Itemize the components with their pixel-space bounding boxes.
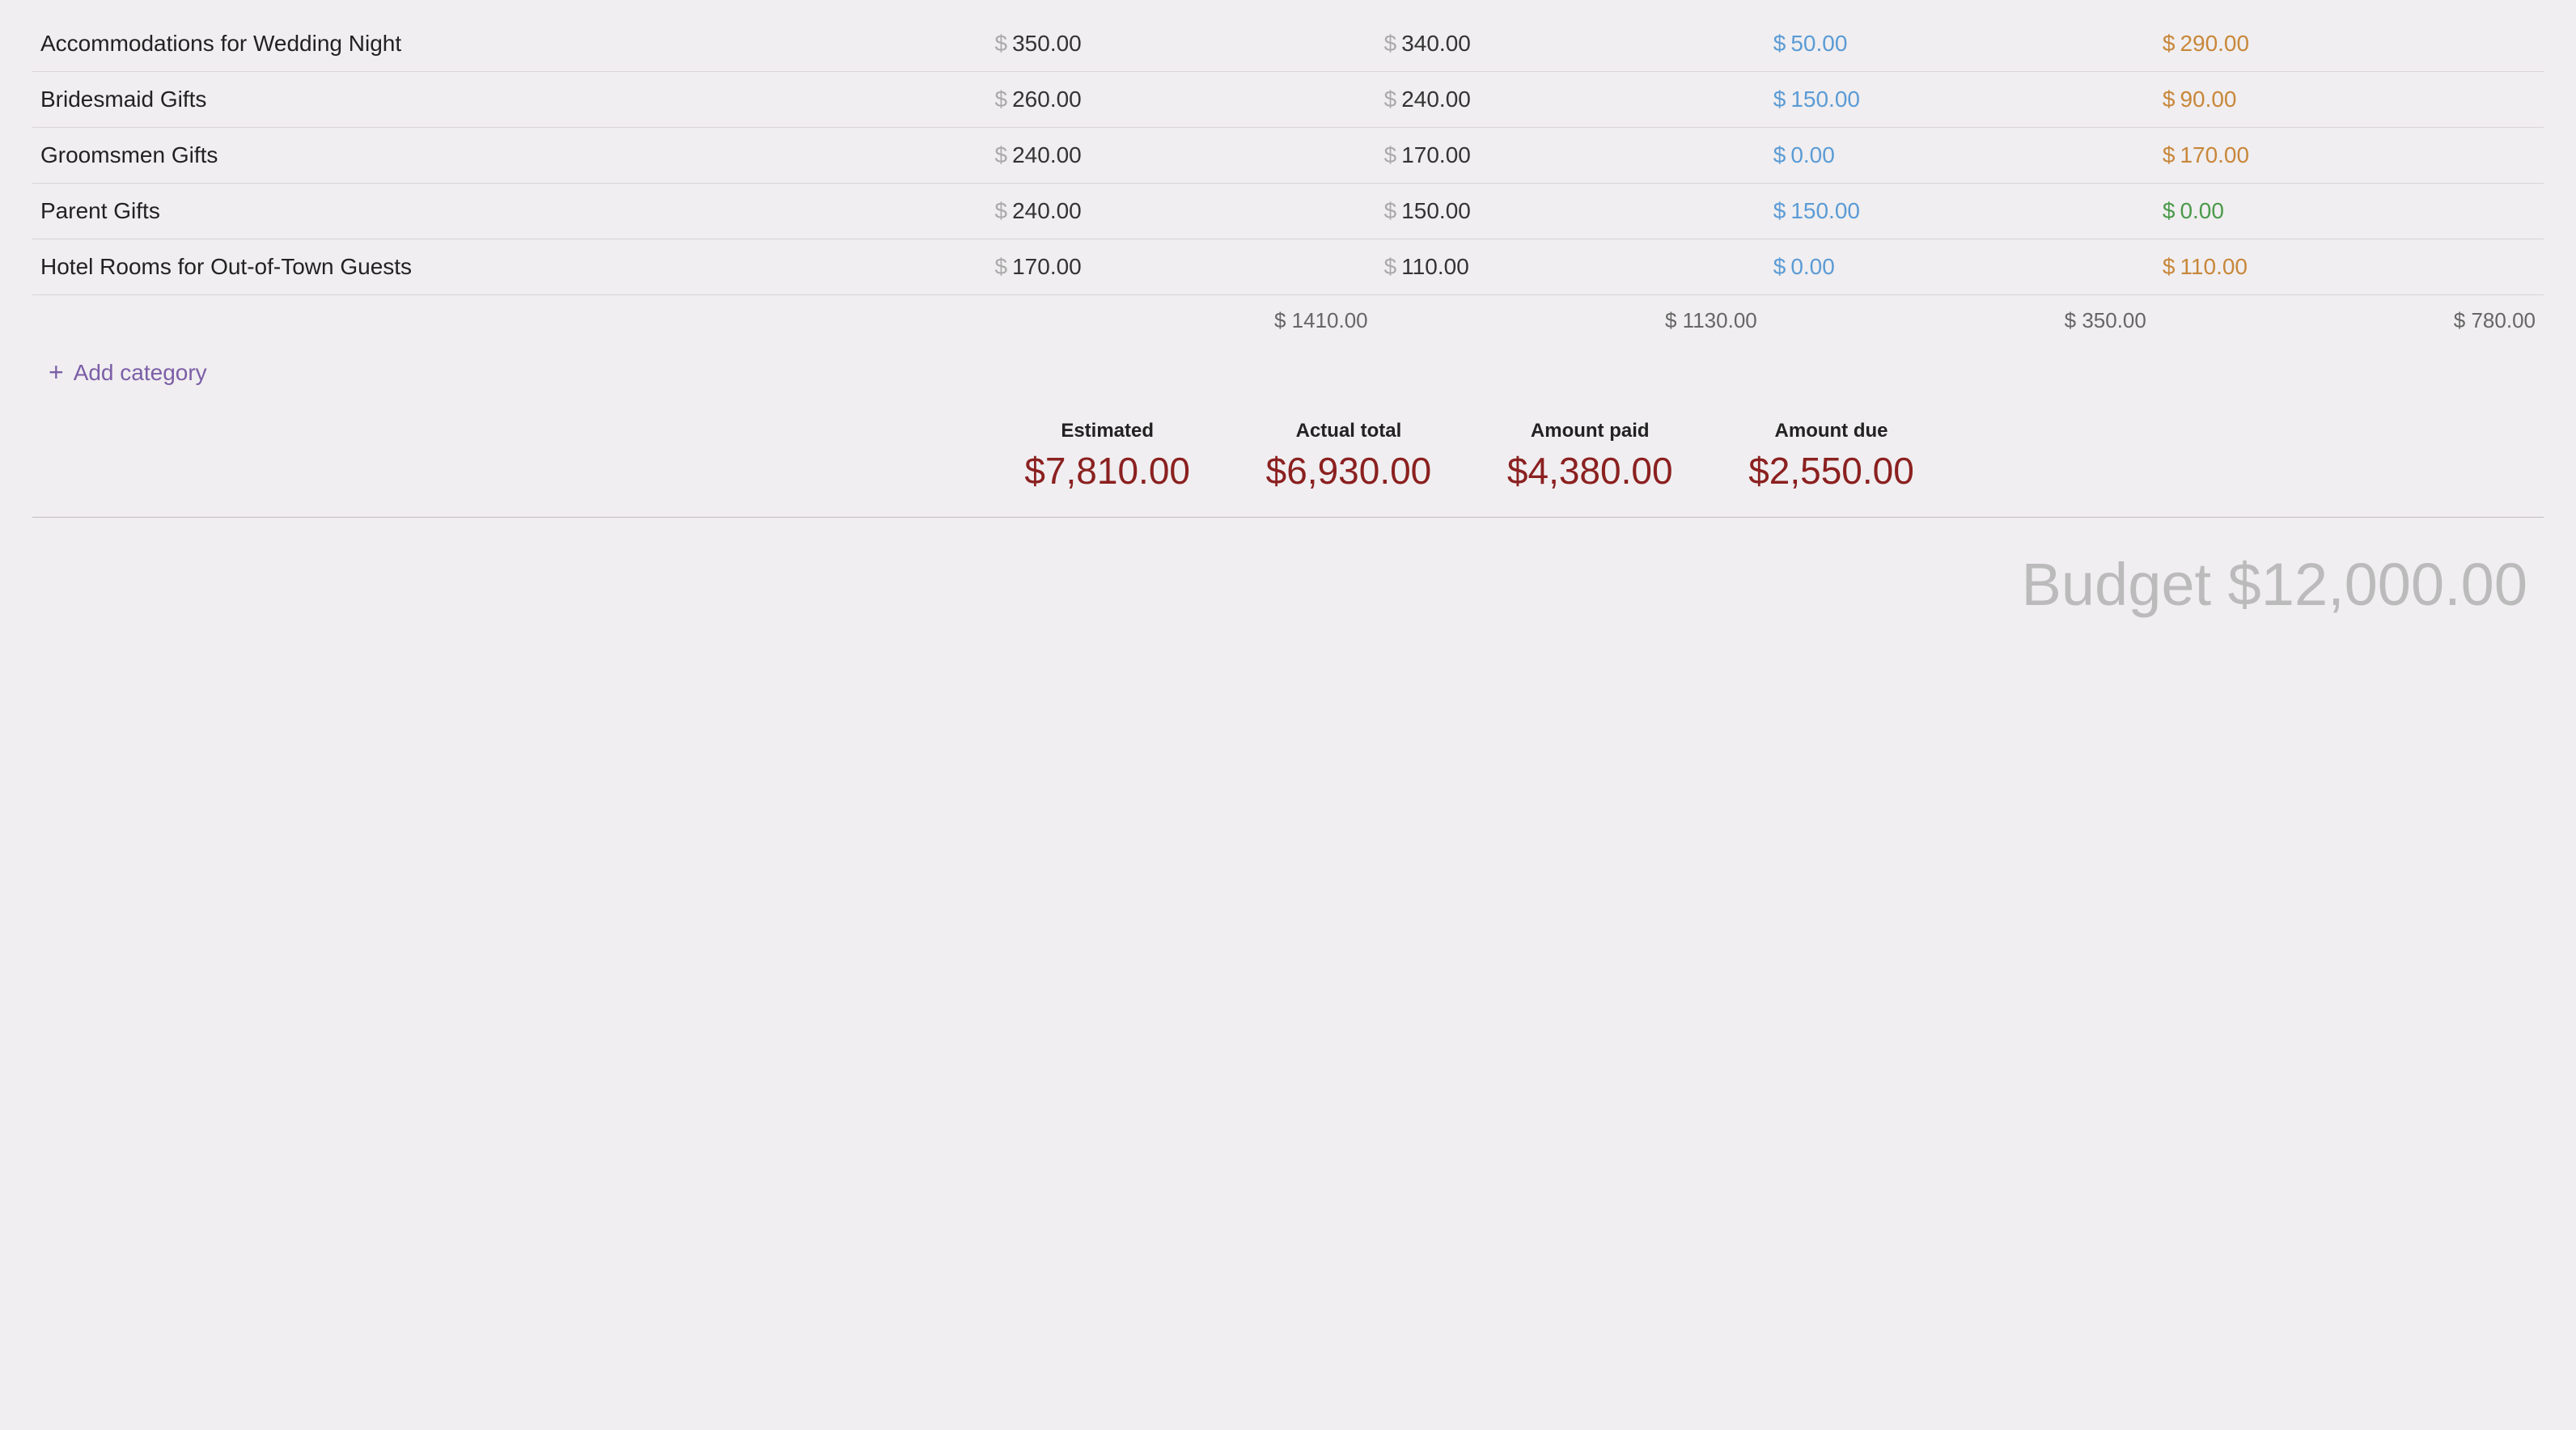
add-category-button[interactable]: + Add category [32,341,2544,412]
actual-amount: 170.00 [1401,142,1471,168]
table-row: Bridesmaid Gifts $ 260.00 $ 240.00 $ 150… [32,72,2544,128]
estimated-amount: 170.00 [1012,254,1082,280]
row-name: Hotel Rooms for Out-of-Town Guests [32,239,987,295]
due-amount: 290.00 [2180,31,2249,57]
row-estimated: $ 240.00 [987,184,1376,239]
estimated-amount: 240.00 [1012,198,1082,224]
total-paid: $ 350.00 [1765,295,2154,342]
dollar-sign: $ [1384,198,1397,224]
row-paid: $ 0.00 [1765,128,2154,184]
dollar-sign: $ [1384,142,1397,168]
row-name: Groomsmen Gifts [32,128,987,184]
total-due: $ 780.00 [2154,295,2544,342]
actual-amount: 150.00 [1401,198,1471,224]
table-row: Groomsmen Gifts $ 240.00 $ 170.00 $ 0.00 [32,128,2544,184]
row-due: $ 170.00 [2154,128,2544,184]
dollar-sign: $ [2163,254,2176,280]
estimated-amount: 350.00 [1012,31,1082,57]
summary-actual: Actual total $6,930.00 [1228,412,1469,501]
dollar-sign: $ [1773,87,1786,112]
row-estimated: $ 170.00 [987,239,1376,295]
estimated-amount: 240.00 [1012,142,1082,168]
table-row: Accommodations for Wedding Night $ 350.0… [32,16,2544,72]
budget-total: Budget $12,000.00 [32,517,2544,635]
paid-label: Amount paid [1477,420,1702,442]
dollar-sign: $ [995,254,1008,280]
paid-amount: 0.00 [1790,142,1835,168]
dollar-sign: $ [1773,254,1786,280]
paid-amount: 0.00 [1790,254,1835,280]
paid-value: $4,380.00 [1477,449,1702,493]
dollar-sign: $ [1773,142,1786,168]
actual-value: $6,930.00 [1236,449,1461,493]
row-due: $ 110.00 [2154,239,2544,295]
row-paid: $ 0.00 [1765,239,2154,295]
paid-amount: 150.00 [1790,198,1860,224]
dollar-sign: $ [995,87,1008,112]
add-category-label: Add category [74,360,207,386]
plus-icon: + [49,358,64,387]
due-amount: 0.00 [2180,198,2224,224]
totals-empty [32,295,987,342]
estimated-amount: 260.00 [1012,87,1082,112]
due-value: $2,550.00 [1718,449,1943,493]
summary-due: Amount due $2,550.00 [1710,412,1951,501]
row-actual: $ 340.00 [1376,16,1765,72]
dollar-sign: $ [995,31,1008,57]
row-paid: $ 50.00 [1765,16,2154,72]
total-actual: $ 1130.00 [1376,295,1765,342]
summary-paid: Amount paid $4,380.00 [1469,412,1710,501]
row-actual: $ 240.00 [1376,72,1765,128]
due-amount: 170.00 [2180,142,2249,168]
estimated-value: $7,810.00 [995,449,1220,493]
total-estimated: $ 1410.00 [987,295,1376,342]
dollar-sign: $ [1773,31,1786,57]
row-paid: $ 150.00 [1765,184,2154,239]
dollar-sign: $ [995,198,1008,224]
dollar-sign: $ [1384,254,1397,280]
paid-amount: 50.00 [1790,31,1847,57]
due-amount: 110.00 [2180,254,2248,280]
table-row: Hotel Rooms for Out-of-Town Guests $ 170… [32,239,2544,295]
row-actual: $ 170.00 [1376,128,1765,184]
dollar-sign: $ [1384,31,1397,57]
dollar-sign: $ [2163,142,2176,168]
row-due: $ 0.00 [2154,184,2544,239]
row-name: Bridesmaid Gifts [32,72,987,128]
dollar-sign: $ [1773,198,1786,224]
due-label: Amount due [1718,420,1943,442]
dollar-sign: $ [2163,87,2176,112]
totals-row: $ 1410.00 $ 1130.00 $ 350.00 $ 780.00 [32,295,2544,342]
summary-estimated: Estimated $7,810.00 [987,412,1228,501]
summary-section: Estimated $7,810.00 Actual total $6,930.… [32,412,2544,501]
table-row: Parent Gifts $ 240.00 $ 150.00 $ 150.00 [32,184,2544,239]
actual-amount: 340.00 [1401,31,1471,57]
actual-amount: 240.00 [1401,87,1471,112]
row-paid: $ 150.00 [1765,72,2154,128]
due-amount: 90.00 [2180,87,2236,112]
estimated-label: Estimated [995,420,1220,442]
actual-label: Actual total [1236,420,1461,442]
actual-amount: 110.00 [1401,254,1469,280]
budget-table: Accommodations for Wedding Night $ 350.0… [32,16,2544,341]
paid-amount: 150.00 [1790,87,1860,112]
row-actual: $ 110.00 [1376,239,1765,295]
row-due: $ 90.00 [2154,72,2544,128]
row-estimated: $ 350.00 [987,16,1376,72]
dollar-sign: $ [995,142,1008,168]
dollar-sign: $ [2163,198,2176,224]
row-name: Parent Gifts [32,184,987,239]
dollar-sign: $ [2163,31,2176,57]
row-estimated: $ 260.00 [987,72,1376,128]
row-estimated: $ 240.00 [987,128,1376,184]
row-actual: $ 150.00 [1376,184,1765,239]
dollar-sign: $ [1384,87,1397,112]
row-name: Accommodations for Wedding Night [32,16,987,72]
row-due: $ 290.00 [2154,16,2544,72]
